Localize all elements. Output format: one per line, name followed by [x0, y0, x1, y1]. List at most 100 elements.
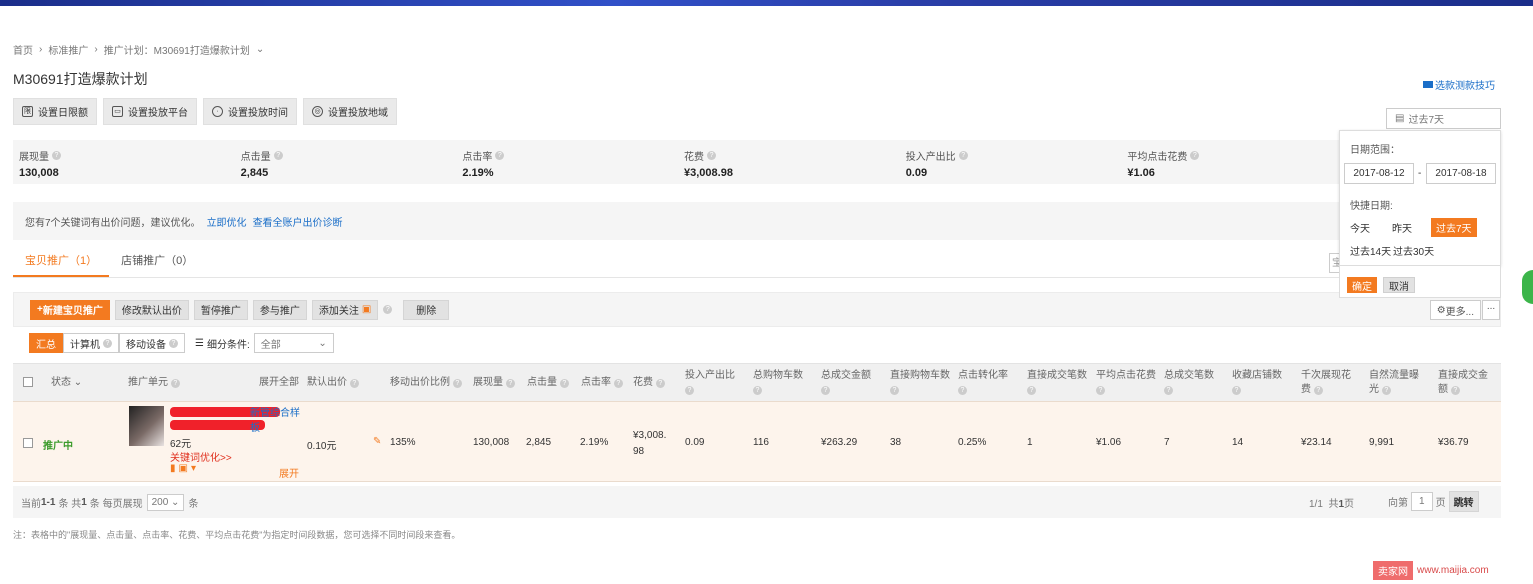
help-icon[interactable]: ?: [613, 379, 623, 388]
col-gmv[interactable]: 总成交金额?: [821, 369, 881, 397]
filter-summary[interactable]: 汇总: [29, 333, 63, 353]
help-icon[interactable]: ?: [1313, 386, 1323, 395]
expand-all-link[interactable]: 展开全部: [259, 376, 299, 390]
set-daily-limit-button[interactable]: 限设置日限额: [13, 98, 97, 125]
more-settings-button[interactable]: ⚙ 更多...: [1429, 300, 1481, 320]
help-icon[interactable]: ?: [1164, 386, 1173, 395]
help-icon[interactable]: ?: [821, 386, 830, 395]
page-goto-input[interactable]: 1: [1411, 492, 1433, 511]
set-platform-button[interactable]: ▭ 设置投放平台: [103, 98, 197, 125]
filter-mobile[interactable]: 移动设备?: [119, 333, 185, 353]
col-cvr[interactable]: 点击转化率?: [958, 369, 1018, 397]
quick-last7[interactable]: 过去7天: [1431, 218, 1477, 237]
help-icon[interactable]: ?: [495, 151, 505, 160]
help-icon[interactable]: ?: [505, 379, 515, 388]
help-icon[interactable]: ?: [707, 151, 717, 160]
col-natural[interactable]: 自然流量曝光 ?: [1369, 369, 1425, 397]
modify-bid-button[interactable]: 修改默认出价: [114, 299, 189, 320]
col-clicks[interactable]: 点击量 ?: [527, 376, 569, 390]
filter-computer[interactable]: 计算机?: [63, 333, 119, 353]
product-title-link[interactable]: 新管综合样板: [170, 405, 300, 434]
tab-item-promotion[interactable]: 宝贝推广（1）: [13, 244, 110, 277]
help-icon[interactable]: ?: [753, 386, 762, 395]
expand-link[interactable]: 展开: [279, 465, 299, 480]
help-icon[interactable]: ?: [655, 379, 665, 388]
date-range-select[interactable]: ▤ 过去7天: [1386, 108, 1501, 129]
account-diagnosis-link[interactable]: 查看全账户出价诊断: [253, 218, 343, 229]
col-cost[interactable]: 花费 ?: [633, 376, 665, 390]
col-gmv-direct[interactable]: 直接成交金额 ?: [1438, 369, 1494, 397]
quick-today[interactable]: 今天: [1350, 220, 1370, 235]
help-icon[interactable]: ?: [890, 386, 899, 395]
tab-shop-promotion[interactable]: 店铺推广（0）: [109, 244, 205, 277]
keyword-optimize-link[interactable]: 关键词优化>>: [170, 449, 232, 464]
quick-yesterday[interactable]: 昨天: [1392, 220, 1412, 235]
row-checkbox[interactable]: [23, 438, 33, 451]
help-icon[interactable]: ?: [685, 386, 694, 395]
end-date-input[interactable]: 2017-08-18: [1426, 163, 1496, 184]
help-icon[interactable]: ?: [559, 379, 569, 388]
help-icon[interactable]: ?: [103, 338, 112, 348]
delete-button[interactable]: 删除: [403, 299, 450, 320]
stat-cost: 花费? ¥3,008.98: [678, 140, 900, 184]
col-cart-total[interactable]: 总购物车数?: [753, 369, 813, 397]
quick-last14[interactable]: 过去14天: [1350, 243, 1391, 258]
help-icon[interactable]: ?: [1232, 386, 1241, 395]
help-icon[interactable]: ?: [452, 379, 462, 388]
start-date-input[interactable]: 2017-08-12: [1344, 163, 1414, 184]
set-region-button[interactable]: ◎ 设置投放地域: [303, 98, 397, 125]
help-icon[interactable]: ?: [383, 305, 393, 314]
help-icon[interactable]: ?: [349, 379, 359, 388]
page-size-select[interactable]: 200 ⌄: [146, 493, 185, 511]
help-icon[interactable]: ?: [958, 386, 967, 395]
help-icon[interactable]: ?: [1096, 386, 1105, 395]
segment-select[interactable]: 全部 ⌄: [253, 333, 334, 353]
optimize-now-link[interactable]: 立即优化: [207, 218, 247, 229]
pause-icon[interactable]: ▮: [170, 463, 179, 474]
side-widget-tab[interactable]: [1522, 270, 1533, 304]
help-icon[interactable]: ?: [170, 379, 180, 388]
breadcrumb-home[interactable]: 首页: [13, 42, 33, 57]
cancel-button[interactable]: 取消: [1383, 277, 1415, 293]
copy-icon[interactable]: ▣: [179, 463, 191, 474]
col-roi[interactable]: 投入产出比?: [685, 369, 745, 397]
product-thumbnail[interactable]: [129, 406, 164, 446]
col-cpc[interactable]: 平均点击花费 ?: [1096, 369, 1156, 397]
breadcrumb-standard[interactable]: 标准推广: [48, 42, 88, 57]
join-button[interactable]: 参与推广: [252, 299, 307, 320]
col-ctr[interactable]: 点击率 ?: [581, 376, 623, 390]
col-status[interactable]: 状态 ⌄: [51, 376, 82, 390]
new-item-promotion-button[interactable]: + 新建宝贝推广: [30, 299, 110, 320]
bid-notice: 您有7个关键词有出价问题，建议优化。 立即优化 查看全账户出价诊断: [13, 202, 1343, 240]
add-follow-button[interactable]: 添加关注 ▣: [311, 299, 379, 320]
help-icon[interactable]: ?: [958, 151, 968, 160]
video-tips-label: 选款测款技巧: [1435, 81, 1495, 92]
video-tips-link[interactable]: 选款测款技巧: [1423, 77, 1495, 92]
col-cpm[interactable]: 千次展现花费 ?: [1301, 369, 1357, 397]
col-orders-total[interactable]: 总成交笔数?: [1164, 369, 1224, 397]
jump-button[interactable]: 跳转: [1448, 491, 1479, 512]
stat-cpc: 平均点击花费? ¥1.06: [1121, 140, 1343, 184]
help-icon[interactable]: ?: [1450, 386, 1460, 395]
col-cart-direct[interactable]: 直接购物车数 ?: [890, 369, 950, 397]
help-icon[interactable]: ?: [273, 151, 283, 160]
help-icon[interactable]: ?: [1381, 386, 1391, 395]
quick-last30[interactable]: 过去30天: [1393, 243, 1434, 258]
help-icon[interactable]: ?: [169, 338, 178, 348]
more-options-button[interactable]: ...: [1482, 300, 1500, 320]
edit-pencil-icon[interactable]: ✎: [373, 436, 381, 447]
trash-icon[interactable]: ▾: [191, 463, 199, 474]
help-icon[interactable]: ?: [1190, 151, 1200, 160]
chevron-down-icon[interactable]: ⌄: [256, 44, 264, 55]
help-icon[interactable]: ?: [52, 151, 61, 160]
quick-date-label: 快捷日期:: [1350, 201, 1393, 212]
select-all-checkbox[interactable]: [23, 377, 33, 392]
stat-roi: 投入产出比? 0.09: [900, 140, 1122, 184]
pause-button[interactable]: 暂停推广: [193, 299, 248, 320]
help-icon[interactable]: ?: [1027, 386, 1036, 395]
confirm-button[interactable]: 确定: [1347, 277, 1377, 293]
col-impressions[interactable]: 展现量 ?: [473, 376, 515, 390]
col-fav-shop[interactable]: 收藏店铺数?: [1232, 369, 1294, 397]
set-time-button[interactable]: · 设置投放时间: [203, 98, 297, 125]
col-orders-direct[interactable]: 直接成交笔数 ?: [1027, 369, 1087, 397]
